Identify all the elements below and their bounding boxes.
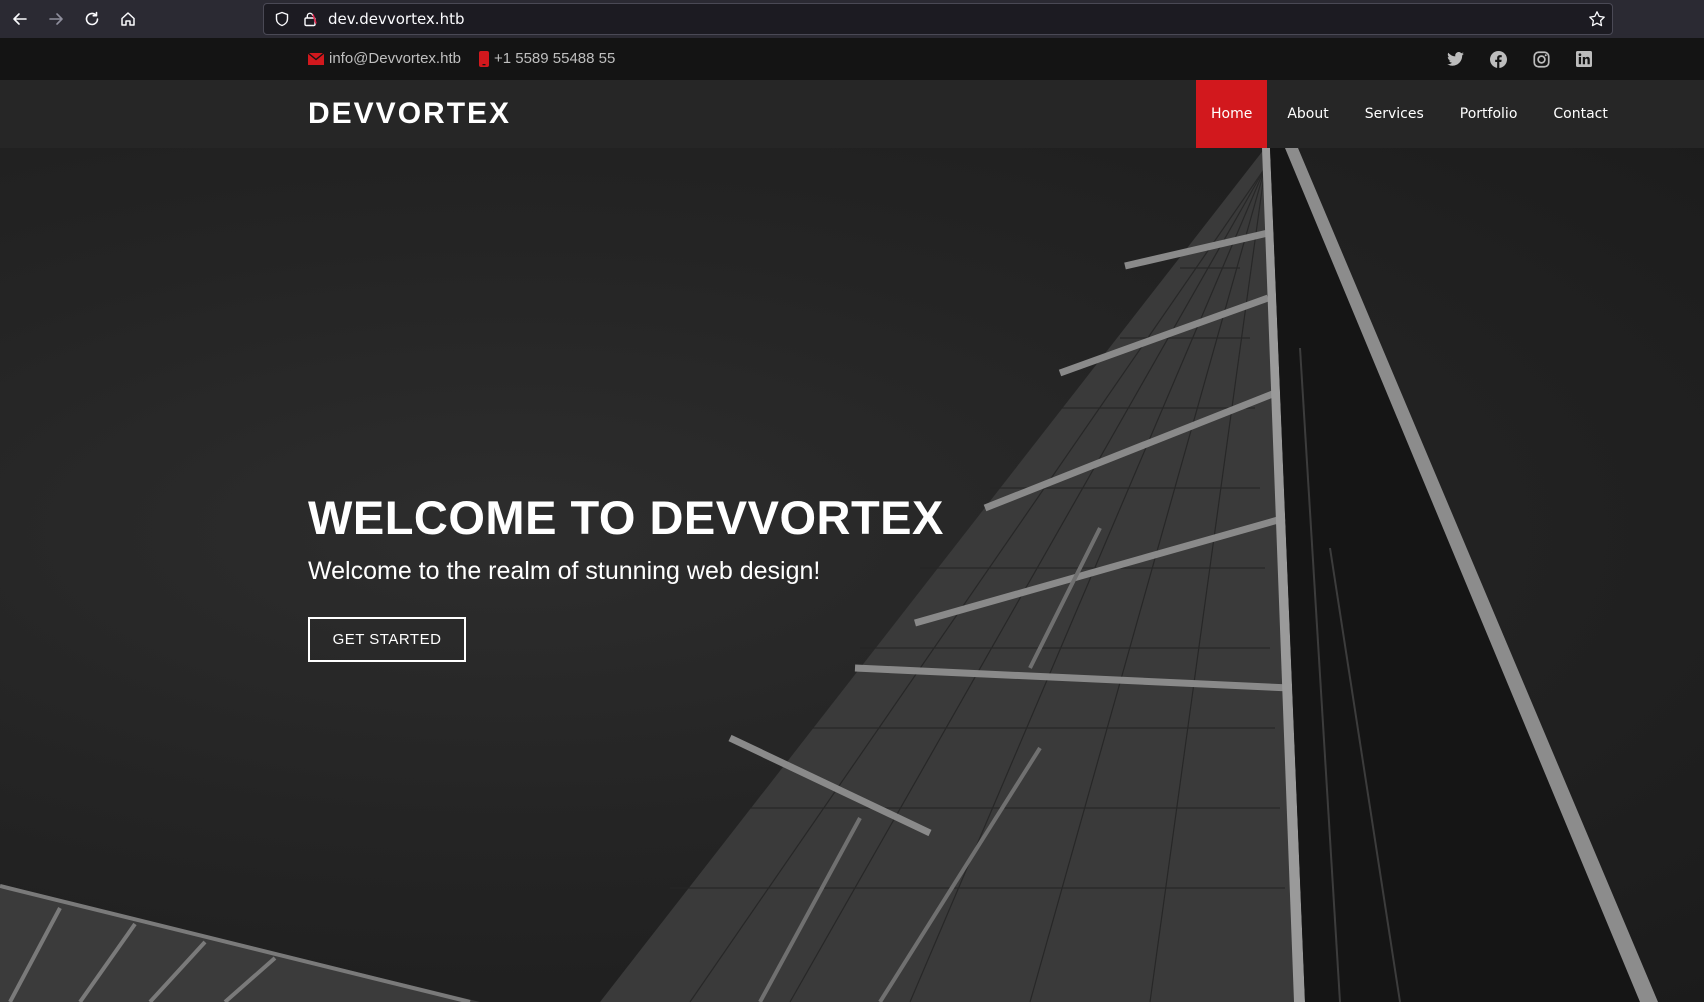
browser-toolbar: dev.devvortex.htb [0,0,1704,38]
nav-home[interactable]: Home [1196,80,1268,148]
lock-icon[interactable] [302,11,318,27]
nav-about[interactable]: About [1271,80,1344,148]
address-bar[interactable]: dev.devvortex.htb [263,3,1613,35]
email-item: info@Devvortex.htb [308,50,461,67]
main-nav: Home About Services Portfolio Contact [1196,80,1624,148]
home-button[interactable] [110,1,146,37]
nav-services[interactable]: Services [1349,80,1440,148]
bookmark-star-icon[interactable] [1588,10,1606,28]
hero-subtitle: Welcome to the realm of stunning web des… [308,557,821,585]
linkedin-link[interactable] [1574,49,1594,69]
envelope-icon [308,52,324,65]
site-logo[interactable]: DEVVORTEX [308,97,511,131]
forward-button[interactable] [38,1,74,37]
arrow-right-icon [49,13,63,25]
hero-title: WELCOME TO DEVVORTEX [308,491,944,544]
facebook-icon [1489,50,1507,68]
nav-contact[interactable]: Contact [1537,80,1623,148]
topbar: info@Devvortex.htb +1 5589 55488 55 [0,38,1704,80]
reload-button[interactable] [74,1,110,37]
phone-item: +1 5589 55488 55 [478,50,615,67]
back-button[interactable] [2,1,38,37]
arrow-left-icon [13,13,27,25]
instagram-link[interactable] [1531,49,1551,69]
building-background-image [0,148,1658,1002]
twitter-link[interactable] [1445,49,1465,69]
hero-section: WELCOME TO DEVVORTEX Welcome to the real… [0,148,1704,1002]
phone-icon [478,50,489,67]
phone-link[interactable]: +1 5589 55488 55 [494,50,615,67]
site-header: DEVVORTEX Home About Services Portfolio … [0,80,1704,148]
contact-info: info@Devvortex.htb +1 5589 55488 55 [308,50,633,67]
url-text[interactable]: dev.devvortex.htb [328,10,464,28]
linkedin-icon [1576,51,1592,67]
facebook-link[interactable] [1488,49,1508,69]
reload-icon [85,11,99,26]
email-link[interactable]: info@Devvortex.htb [329,50,461,67]
social-links [1422,49,1594,69]
instagram-icon [1532,50,1550,68]
twitter-icon [1446,52,1464,66]
shield-icon[interactable] [274,11,290,27]
nav-portfolio[interactable]: Portfolio [1444,80,1534,148]
get-started-button[interactable]: GET STARTED [308,617,466,662]
home-icon [121,12,135,26]
